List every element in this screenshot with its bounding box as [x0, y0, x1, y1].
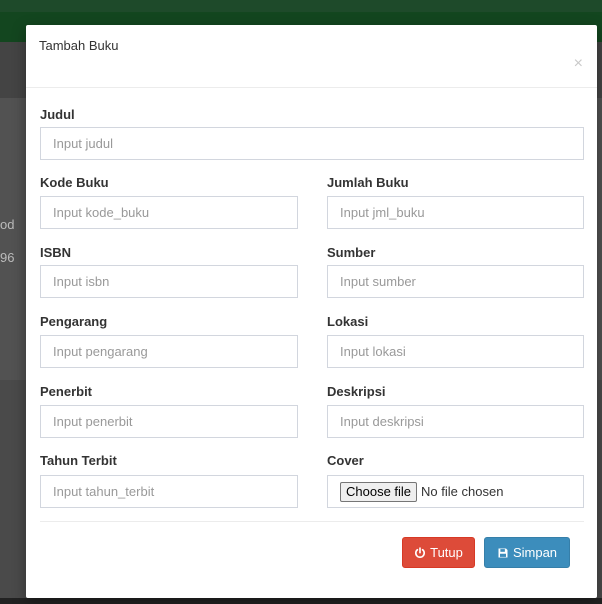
label-sumber: Sumber: [327, 245, 376, 260]
label-lokasi: Lokasi: [327, 314, 369, 329]
close-button-label: Tutup: [430, 545, 463, 560]
tahun-terbit-input[interactable]: [40, 475, 298, 508]
save-button-label: Simpan: [512, 545, 558, 560]
label-jumlah-buku: Jumlah Buku: [327, 175, 409, 190]
label-tahun-terbit: Tahun Terbit: [40, 453, 117, 468]
background-text-peek: 96: [0, 250, 15, 265]
label-cover: Cover: [327, 453, 364, 468]
label-judul: Judul: [40, 107, 75, 122]
sumber-input[interactable]: [327, 265, 584, 298]
kode-buku-input[interactable]: [40, 196, 298, 229]
background-text-peek: od: [0, 217, 15, 232]
save-button[interactable]: Simpan: [484, 537, 570, 568]
label-isbn: ISBN: [40, 245, 72, 260]
label-deskripsi: Deskripsi: [327, 384, 386, 399]
power-icon: [415, 546, 426, 558]
add-book-modal: Tambah Buku × Judul Kode Buku Jumlah Buk…: [26, 25, 597, 598]
pengarang-input[interactable]: [40, 335, 298, 368]
deskripsi-input[interactable]: [327, 405, 584, 438]
modal-header: Tambah Buku ×: [26, 25, 597, 88]
close-button[interactable]: Tutup: [402, 537, 475, 568]
isbn-input[interactable]: [40, 265, 298, 298]
choose-file-button[interactable]: Choose file: [340, 481, 418, 502]
lokasi-input[interactable]: [327, 335, 584, 368]
page-bottom-edge: [0, 598, 602, 604]
label-penerbit: Penerbit: [40, 384, 93, 399]
label-pengarang: Pengarang: [40, 314, 108, 329]
close-icon[interactable]: ×: [574, 56, 583, 72]
modal-title: Tambah Buku: [39, 38, 119, 53]
judul-input[interactable]: [40, 127, 584, 160]
label-kode-buku: Kode Buku: [40, 175, 109, 190]
page-topbar: [0, 0, 602, 12]
jumlah-buku-input[interactable]: [327, 196, 584, 229]
footer-divider: [40, 521, 584, 522]
penerbit-input[interactable]: [40, 405, 298, 438]
floppy-disk-icon: [498, 548, 508, 557]
cover-file-input: Choose file No file chosen: [327, 475, 584, 508]
file-status-text: No file chosen: [421, 484, 504, 499]
